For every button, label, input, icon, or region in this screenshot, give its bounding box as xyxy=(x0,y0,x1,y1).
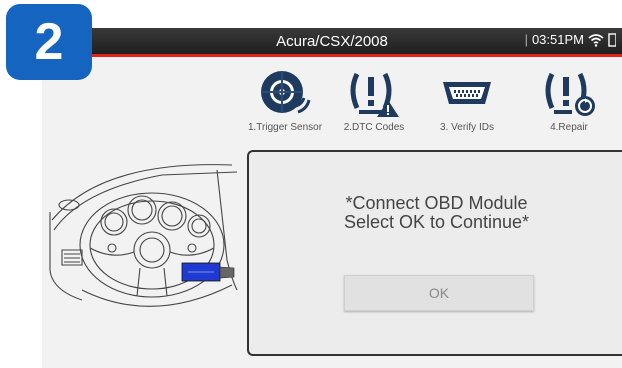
battery-icon xyxy=(608,32,616,47)
connect-obd-dialog: *Connect OBD Module Select OK to Continu… xyxy=(247,150,622,356)
menu-repair[interactable]: 4.Repair xyxy=(524,68,614,133)
tpms-repair-icon xyxy=(545,72,595,116)
status-bar: | 03:51PM xyxy=(525,32,616,47)
obd-connector-icon xyxy=(443,82,491,104)
menu-verify-ids[interactable]: 3. Verify IDs xyxy=(422,68,512,133)
menu-label: 1.Trigger Sensor xyxy=(247,122,323,133)
tire-sensor-icon xyxy=(261,71,311,114)
status-divider: | xyxy=(524,32,528,47)
menu-label: 2.DTC Codes xyxy=(343,122,405,133)
tpms-warning-icon xyxy=(350,72,399,117)
menu-label: 3. Verify IDs xyxy=(440,122,494,133)
clock: 03:51PM xyxy=(531,32,584,47)
menu-trigger-sensor[interactable]: 1.Trigger Sensor xyxy=(240,68,330,133)
ok-button[interactable]: OK xyxy=(344,275,534,311)
dialog-message-line2: Select OK to Continue* xyxy=(343,212,530,232)
car-dashboard-illustration xyxy=(49,164,238,307)
title-bar: Acura/CSX/2008 | 03:51PM xyxy=(42,28,622,57)
step-badge: 2 xyxy=(6,4,92,80)
dialog-message: *Connect OBD Module Select OK to Continu… xyxy=(249,194,622,232)
wifi-icon xyxy=(588,33,604,47)
dialog-message-line1: *Connect OBD Module xyxy=(345,193,528,213)
menu-dtc-codes[interactable]: 2.DTC Codes xyxy=(329,68,419,133)
menu-label: 4.Repair xyxy=(550,122,588,133)
